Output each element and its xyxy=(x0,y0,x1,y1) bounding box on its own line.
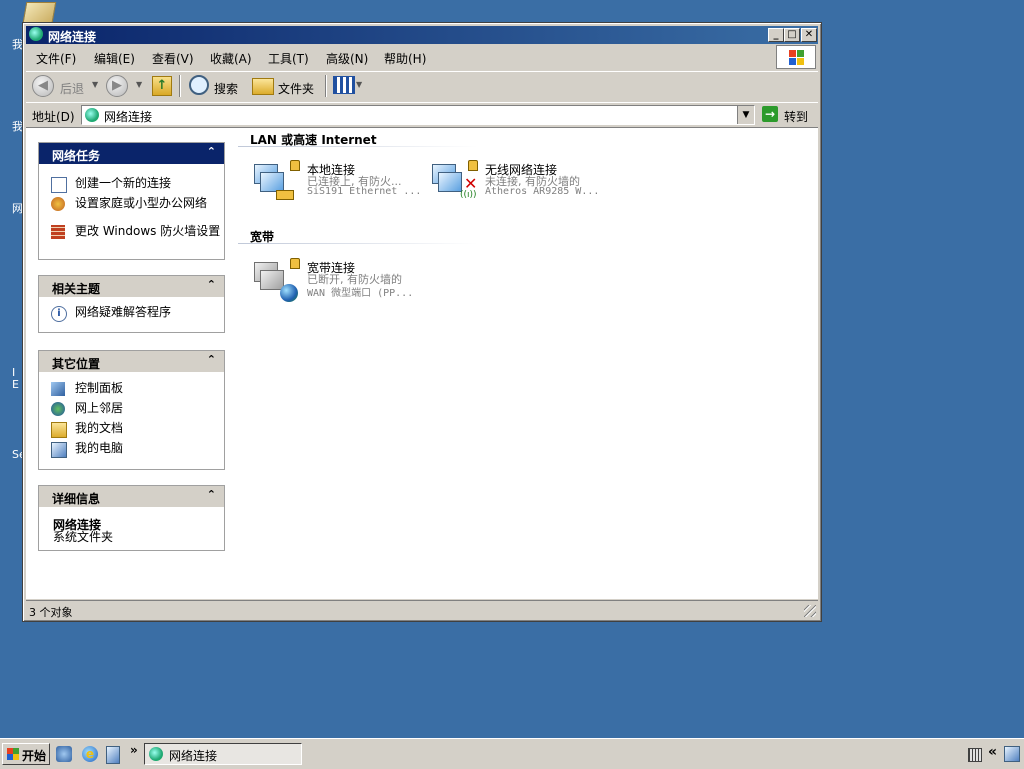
panel-title: 其它位置 xyxy=(52,357,101,371)
content-area: 网络任务 ⌃ 创建一个新的连接 设置家庭或小型办公网络 更改 Windows 防… xyxy=(26,127,818,599)
details-panel: 详细信息 ⌃ 网络连接 系统文件夹 xyxy=(38,485,225,551)
back-button-label[interactable]: 后退 xyxy=(60,80,84,97)
lan-connection-icon xyxy=(252,160,300,204)
network-connections-icon xyxy=(29,27,43,41)
go-arrow-icon[interactable]: → xyxy=(762,106,778,122)
quicklaunch-chevron[interactable]: » xyxy=(130,743,138,757)
address-input[interactable]: 网络连接 ▼ xyxy=(81,105,755,125)
start-button[interactable]: 开始 xyxy=(2,743,50,765)
wireless-signal-icon: ((ı)) xyxy=(460,190,477,200)
broadband-connection-icon xyxy=(252,258,300,302)
network-neighborhood-icon xyxy=(51,402,65,416)
network-tray-icon[interactable] xyxy=(1004,746,1020,762)
back-dropdown-icon[interactable]: ▼ xyxy=(92,80,98,89)
details-type: 系统文件夹 xyxy=(53,530,114,544)
window-title: 网络连接 xyxy=(48,30,97,44)
panel-header[interactable]: 其它位置 ⌃ xyxy=(39,351,224,372)
folders-icon[interactable] xyxy=(252,78,274,95)
minimize-button[interactable]: _ xyxy=(768,28,784,42)
connection-device: WAN 微型端口 (PP... xyxy=(307,288,414,299)
views-dropdown-icon[interactable]: ▼ xyxy=(356,80,362,89)
desktop-icon-label[interactable]: E xyxy=(12,378,19,391)
menu-bar: 文件(F) 编辑(E) 查看(V) 收藏(A) 工具(T) 高级(N) 帮助(H… xyxy=(26,45,818,69)
panel-title: 详细信息 xyxy=(52,492,101,506)
panel-title: 网络任务 xyxy=(52,149,101,163)
internet-explorer-icon[interactable]: e xyxy=(82,746,98,762)
my-computer-quicklaunch-icon[interactable] xyxy=(106,746,120,764)
info-icon: i xyxy=(51,306,67,322)
panel-header[interactable]: 详细信息 ⌃ xyxy=(39,486,224,507)
close-button[interactable]: ✕ xyxy=(801,28,817,42)
panel-title: 相关主题 xyxy=(52,282,101,296)
tray-expand-icon[interactable]: « xyxy=(988,744,997,760)
toolbar: ◀ 后退 ▼ ▶ ▼ ↑ 搜索 文件夹 ▼ xyxy=(26,71,818,100)
menu-tools[interactable]: 工具(T) xyxy=(268,50,309,67)
maximize-button[interactable]: □ xyxy=(784,28,800,42)
home-network-icon xyxy=(51,197,65,211)
resize-grip-icon[interactable] xyxy=(804,605,816,617)
address-label: 地址(D) xyxy=(32,110,75,124)
new-connection-icon xyxy=(51,177,67,193)
menu-favorites[interactable]: 收藏(A) xyxy=(210,50,252,67)
windows-flag-icon xyxy=(7,748,19,760)
address-value[interactable]: 网络连接 xyxy=(104,108,152,125)
collapse-icon[interactable]: ⌃ xyxy=(207,353,216,366)
taskbar-window-label: 网络连接 xyxy=(169,749,218,763)
collapse-icon[interactable]: ⌃ xyxy=(207,145,216,158)
go-button-label[interactable]: 转到 xyxy=(784,108,808,125)
network-tasks-panel: 网络任务 ⌃ 创建一个新的连接 设置家庭或小型办公网络 更改 Windows 防… xyxy=(38,142,225,260)
up-folder-icon[interactable]: ↑ xyxy=(152,76,172,96)
menu-view[interactable]: 查看(V) xyxy=(152,50,194,67)
other-places-panel: 其它位置 ⌃ 控制面板 网上邻居 我的文档 我的电脑 xyxy=(38,350,225,470)
menu-file[interactable]: 文件(F) xyxy=(36,50,76,67)
taskbar-window-button[interactable]: 网络连接 xyxy=(144,743,302,765)
menu-edit[interactable]: 编辑(E) xyxy=(94,50,135,67)
menu-advanced[interactable]: 高级(N) xyxy=(326,50,368,67)
wireless-connection-icon: ✕ ((ı)) xyxy=(430,160,478,204)
control-panel-icon xyxy=(51,382,65,396)
search-button-label[interactable]: 搜索 xyxy=(214,80,238,97)
show-desktop-icon[interactable] xyxy=(56,746,72,762)
start-label: 开始 xyxy=(22,749,47,763)
address-bar: 地址(D) 网络连接 ▼ → 转到 xyxy=(26,102,818,127)
my-documents-icon xyxy=(51,422,67,438)
title-bar[interactable]: 网络连接 _ □ ✕ xyxy=(26,26,818,44)
connection-local[interactable]: 本地连接 已连接上, 有防火... SiS191 Ethernet ... xyxy=(252,158,432,206)
status-bar: 3 个对象 xyxy=(26,600,818,619)
explorer-window: 网络连接 _ □ ✕ 文件(F) 编辑(E) 查看(V) 收藏(A) 工具(T)… xyxy=(22,22,822,622)
firewall-icon xyxy=(51,225,65,239)
back-icon[interactable]: ◀ xyxy=(32,75,54,97)
panel-header[interactable]: 网络任务 ⌃ xyxy=(39,143,224,164)
panel-header[interactable]: 相关主题 ⌃ xyxy=(39,276,224,297)
network-connections-icon xyxy=(85,108,99,122)
forward-dropdown-icon[interactable]: ▼ xyxy=(136,80,142,89)
keyboard-icon[interactable] xyxy=(968,748,982,762)
address-dropdown-icon[interactable]: ▼ xyxy=(737,106,754,124)
connection-broadband[interactable]: 宽带连接 已断开, 有防火墙的 WAN 微型端口 (PP... xyxy=(252,256,432,304)
connection-device: Atheros AR9285 W... xyxy=(485,186,600,197)
menu-help[interactable]: 帮助(H) xyxy=(384,50,426,67)
status-text: 3 个对象 xyxy=(29,606,73,619)
related-topics-panel: 相关主题 ⌃ i 网络疑难解答程序 xyxy=(38,275,225,333)
connection-device: SiS191 Ethernet ... xyxy=(307,186,422,197)
my-computer-icon xyxy=(51,442,67,458)
forward-icon[interactable]: ▶ xyxy=(106,75,128,97)
views-icon[interactable] xyxy=(333,76,355,94)
globe-icon xyxy=(280,284,298,302)
collapse-icon[interactable]: ⌃ xyxy=(207,488,216,501)
network-connections-icon xyxy=(149,747,163,761)
windows-logo-icon xyxy=(776,45,816,69)
folders-button-label[interactable]: 文件夹 xyxy=(278,80,314,97)
connection-wireless[interactable]: ✕ ((ı)) 无线网络连接 未连接, 有防火墙的 Atheros AR9285… xyxy=(430,158,610,206)
search-icon[interactable] xyxy=(189,75,209,95)
collapse-icon[interactable]: ⌃ xyxy=(207,278,216,291)
taskbar: 开始 e » 网络连接 « xyxy=(0,738,1024,769)
